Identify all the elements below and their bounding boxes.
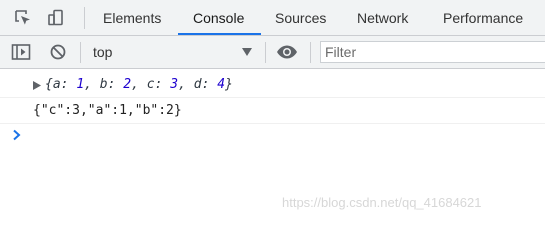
toolbar-divider — [80, 42, 81, 63]
sidebar-toggle-icon[interactable] — [11, 43, 31, 61]
tab-performance[interactable]: Performance — [443, 0, 523, 36]
expand-triangle-icon[interactable] — [33, 81, 41, 90]
toolbar-divider — [310, 42, 311, 63]
console-message-object[interactable]: {a: 1, b: 2, c: 3, d: 4} — [0, 72, 545, 98]
devtools-tab-bar: Elements Console Sources Network Perform… — [0, 0, 545, 36]
toolbar-divider — [84, 7, 85, 29]
device-toolbar-icon[interactable] — [47, 9, 65, 27]
inspect-element-icon[interactable] — [14, 9, 32, 27]
clear-console-icon[interactable] — [48, 43, 68, 61]
prompt-chevron-icon[interactable] — [12, 129, 21, 141]
console-toolbar: top — [0, 36, 545, 69]
console-message-string: {"c":3,"a":1,"b":2} — [0, 98, 545, 124]
tab-network[interactable]: Network — [357, 0, 408, 36]
json-string-output: {"c":3,"a":1,"b":2} — [33, 103, 182, 118]
watermark: https://blog.csdn.net/qq_41684621 — [282, 195, 482, 210]
filter-input[interactable] — [320, 41, 545, 63]
dropdown-arrow-icon[interactable] — [242, 48, 252, 56]
toolbar-divider — [265, 42, 266, 63]
tab-elements[interactable]: Elements — [103, 0, 161, 36]
tab-console[interactable]: Console — [193, 0, 244, 36]
context-selector[interactable]: top — [93, 36, 112, 69]
eye-icon[interactable] — [276, 43, 298, 61]
object-preview[interactable]: {a: 1, b: 2, c: 3, d: 4} — [45, 72, 233, 98]
tab-sources[interactable]: Sources — [275, 0, 326, 36]
active-tab-indicator — [178, 33, 261, 35]
